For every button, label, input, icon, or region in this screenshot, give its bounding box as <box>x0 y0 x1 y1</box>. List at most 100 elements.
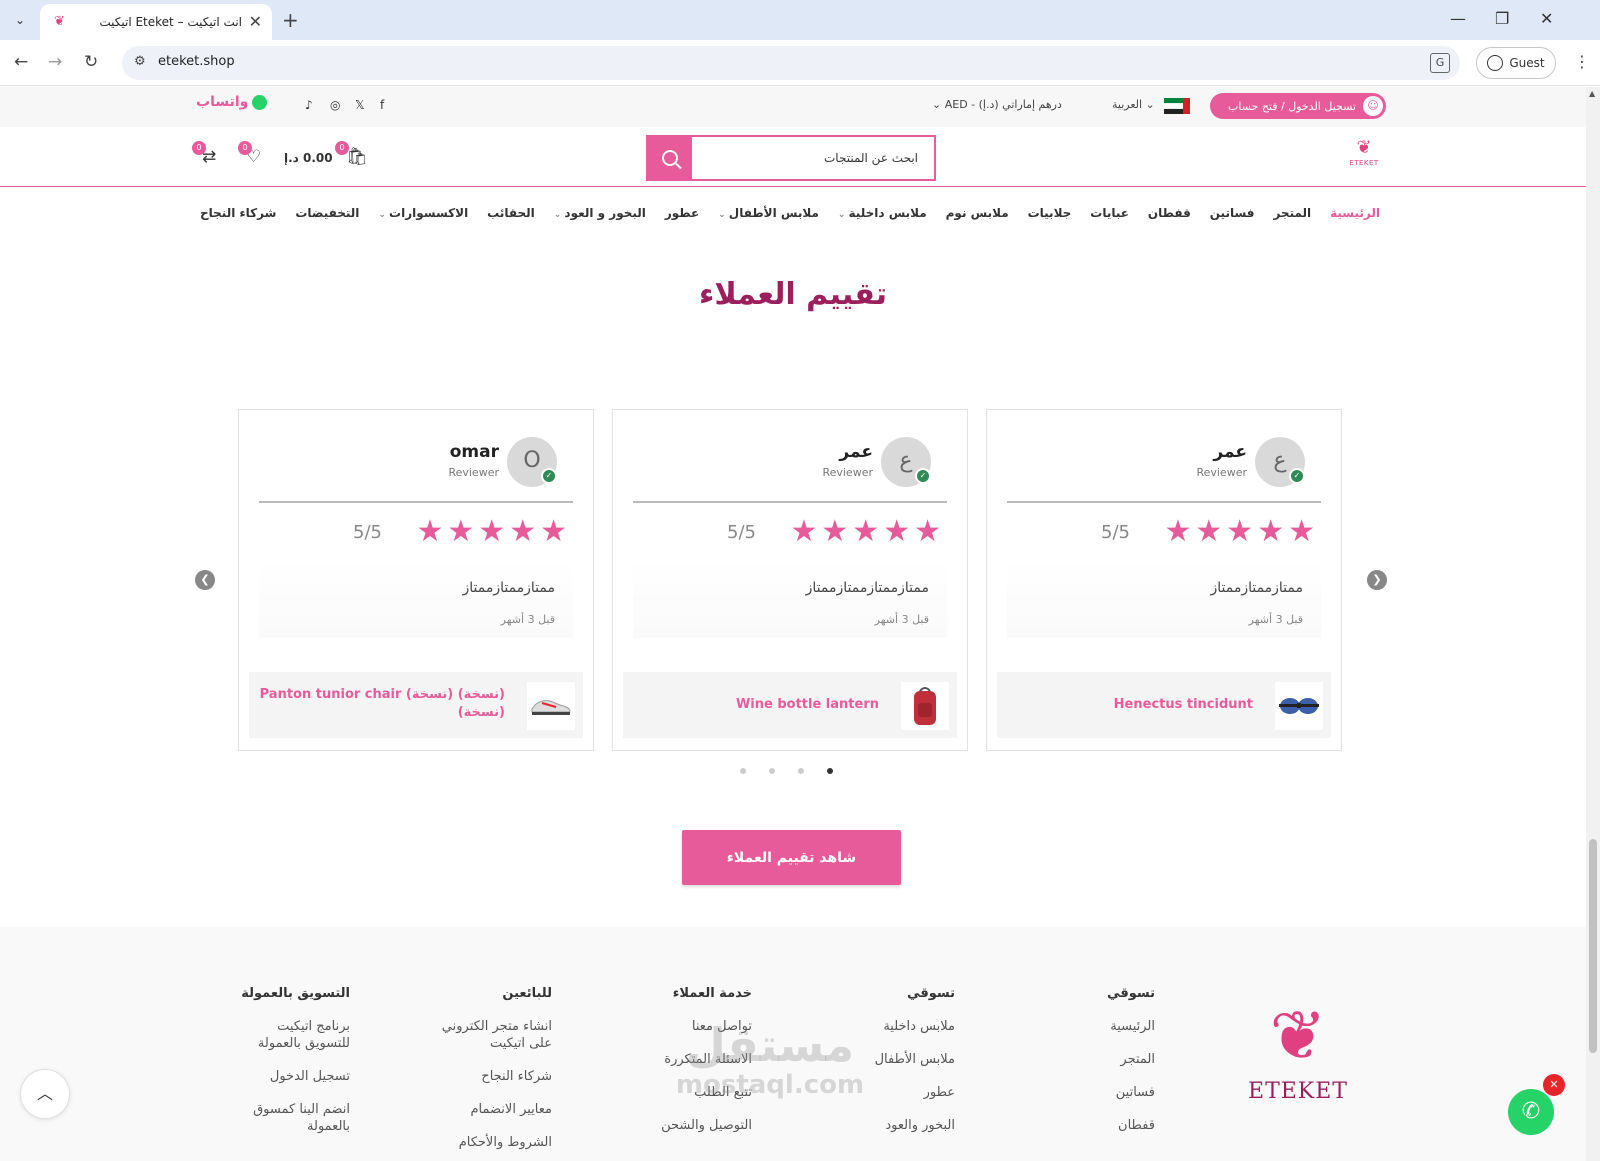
review-body <box>633 558 947 638</box>
whatsapp-label: واتساب <box>196 94 249 110</box>
product-name-link[interactable]: Panton tunior chair (نسخة) (نسخة) (نسخة) <box>255 686 505 722</box>
verified-check-icon: ✓ <box>1289 468 1305 484</box>
cart-total[interactable]: 0.00 د.إ <box>284 151 333 165</box>
x-twitter-icon[interactable]: 𝕏 <box>355 98 365 112</box>
carousel-dot[interactable] <box>769 768 775 774</box>
whatsapp-link[interactable]: واتساب <box>196 94 268 110</box>
footer-link[interactable]: انضم الينا كمسوق بالعمولة <box>230 1101 350 1135</box>
nav-item[interactable]: المتجر <box>1273 206 1311 220</box>
site-logo[interactable]: ❦ ETEKET <box>1346 137 1382 167</box>
nav-item[interactable]: ملابس الأطفال <box>718 206 819 220</box>
facebook-icon[interactable]: f <box>380 98 384 112</box>
reviewed-product[interactable]: Panton tunior chair (نسخة) (نسخة) (نسخة) <box>249 672 583 738</box>
tab-close-icon[interactable]: ✕ <box>249 12 262 31</box>
goggles-thumbnail-icon[interactable] <box>1275 682 1323 730</box>
search-input[interactable] <box>692 137 934 179</box>
verified-check-icon: ✓ <box>915 468 931 484</box>
footer-column: التسويق بالعمولة برنامج اتيكيت للتسويق با… <box>230 986 350 1151</box>
section-title: تقييم العملاء <box>698 277 888 312</box>
footer-link[interactable]: التوصيل والشحن <box>632 1117 752 1134</box>
nav-item[interactable]: شركاء النجاح <box>200 206 276 220</box>
nav-item[interactable]: البخور و العود <box>554 206 646 220</box>
nav-item[interactable]: جلابيات <box>1028 206 1072 220</box>
nav-item[interactable]: قفطان <box>1148 206 1191 220</box>
search-icon <box>662 150 678 166</box>
omnibox[interactable]: ⚙ eteket.shop G <box>122 46 1460 80</box>
carousel-next-icon[interactable]: ❯ <box>1367 570 1387 590</box>
footer-logo[interactable]: ❦ ETEKET <box>1242 995 1354 1104</box>
footer-link[interactable]: معايير الانضمام <box>432 1101 553 1118</box>
reviewed-product[interactable]: Henectus tincidunt <box>997 672 1331 738</box>
currency-selector[interactable]: درهم إماراتي (د.إ) - AED ⌄ <box>932 98 1062 111</box>
divider <box>1007 501 1321 503</box>
star-icon: ★ <box>1226 514 1254 549</box>
backpack-thumbnail-icon[interactable] <box>901 682 949 730</box>
footer-column-title: التسويق بالعمولة <box>241 986 350 1001</box>
login-register-button[interactable]: تسجيل الدخول / فتح حساب ☺ <box>1210 93 1386 119</box>
view-reviews-button[interactable]: شاهد تقييم العملاء <box>682 830 901 885</box>
footer-link[interactable]: شركاء النجاح <box>432 1068 552 1085</box>
footer-column-title: خدمة العملاء <box>672 986 752 1001</box>
browser-tab[interactable]: ❦ اتيكيت Eteket – انت اتيكيت ✕ <box>40 4 272 40</box>
footer-link[interactable]: انشاء متجر الكتروني على اتيكيت <box>432 1018 552 1052</box>
nav-item[interactable]: فساتين <box>1210 206 1255 220</box>
product-name-link[interactable]: Henectus tincidunt <box>1003 696 1253 714</box>
window-close-icon[interactable]: ✕ <box>1540 9 1553 28</box>
footer-link[interactable]: الشروط والأحكام <box>432 1134 552 1151</box>
carousel-dot[interactable] <box>740 768 746 774</box>
carousel-prev-icon[interactable]: ❮ <box>195 570 215 590</box>
profile-button[interactable]: Guest <box>1476 47 1556 79</box>
star-icon: ★ <box>1288 514 1315 549</box>
nav-item[interactable]: عبايات <box>1090 206 1129 220</box>
scroll-to-top-button[interactable]: ︿ <box>20 1069 70 1119</box>
forward-icon[interactable]: → <box>48 52 62 72</box>
new-tab-icon[interactable]: + <box>282 8 299 32</box>
nav-item[interactable]: الاكسسوارات <box>378 206 468 220</box>
language-selector[interactable]: العربية ⌄ <box>1112 98 1155 111</box>
footer-logo-mark-icon: ❦ <box>1269 997 1327 1076</box>
instagram-icon[interactable]: ◎ <box>330 98 340 112</box>
footer-link[interactable]: الرئيسية <box>1035 1018 1155 1035</box>
whatsapp-chat-close-icon[interactable]: ✕ <box>1543 1074 1565 1096</box>
whatsapp-chat-button[interactable]: ✆ <box>1508 1089 1554 1135</box>
profile-icon <box>1487 55 1504 71</box>
reviewer-name: عمر <box>839 442 873 462</box>
nav-item[interactable]: عطور <box>665 206 699 220</box>
tab-search-button[interactable]: ⌄ <box>6 7 34 33</box>
product-name-link[interactable]: Wine bottle lantern <box>629 696 879 714</box>
nav-item[interactable]: الرئيسية <box>1330 206 1380 220</box>
scroll-thumb[interactable] <box>1589 839 1597 1053</box>
carousel-dot[interactable] <box>798 768 804 774</box>
shoe-thumbnail-icon[interactable] <box>527 682 575 730</box>
footer-link[interactable]: تسجيل الدخول <box>230 1068 350 1085</box>
rating-stars: ★ ★ ★ ★ ★ <box>1164 514 1315 550</box>
back-icon[interactable]: ← <box>14 52 28 72</box>
site-info-icon[interactable]: ⚙ <box>134 54 146 69</box>
footer-link[interactable]: قفطان <box>1035 1117 1155 1134</box>
scroll-up-icon[interactable]: ▲ <box>1589 89 1595 98</box>
carousel-dot[interactable] <box>827 768 833 774</box>
reviewed-product[interactable]: Wine bottle lantern <box>623 672 957 738</box>
url-text[interactable]: eteket.shop <box>158 54 235 69</box>
tiktok-icon[interactable]: ♪ <box>305 98 313 112</box>
nav-item[interactable]: التخفيضات <box>295 206 359 220</box>
cart-icon[interactable]: 🛍 <box>346 147 368 167</box>
nav-item[interactable]: ملابس نوم <box>946 206 1009 220</box>
reload-icon[interactable]: ↻ <box>84 52 98 72</box>
restore-icon[interactable]: ❐ <box>1495 9 1509 28</box>
minimize-icon[interactable]: — <box>1450 9 1466 28</box>
browser-menu-icon[interactable]: ⋮ <box>1574 52 1590 71</box>
search-button[interactable] <box>648 137 692 179</box>
uae-flag-icon[interactable] <box>1164 98 1190 115</box>
review-body <box>1007 558 1321 638</box>
nav-item[interactable]: الحقائب <box>487 206 535 220</box>
translate-icon[interactable]: G <box>1430 53 1450 73</box>
footer-link[interactable]: فساتين <box>1035 1084 1155 1101</box>
footer-link[interactable]: برنامج اتيكيت للتسويق بالعمولة <box>230 1018 350 1052</box>
nav-item[interactable]: ملابس داخلية <box>838 206 927 220</box>
carousel-pagination <box>740 768 833 774</box>
page-scrollbar[interactable]: ▲ <box>1586 87 1600 1161</box>
footer-link[interactable]: البخور والعود <box>835 1117 955 1134</box>
footer-link[interactable]: المتجر <box>1035 1051 1155 1068</box>
address-bar-row: ← → ↻ ⚙ eteket.shop G Guest ⋮ <box>0 40 1600 86</box>
